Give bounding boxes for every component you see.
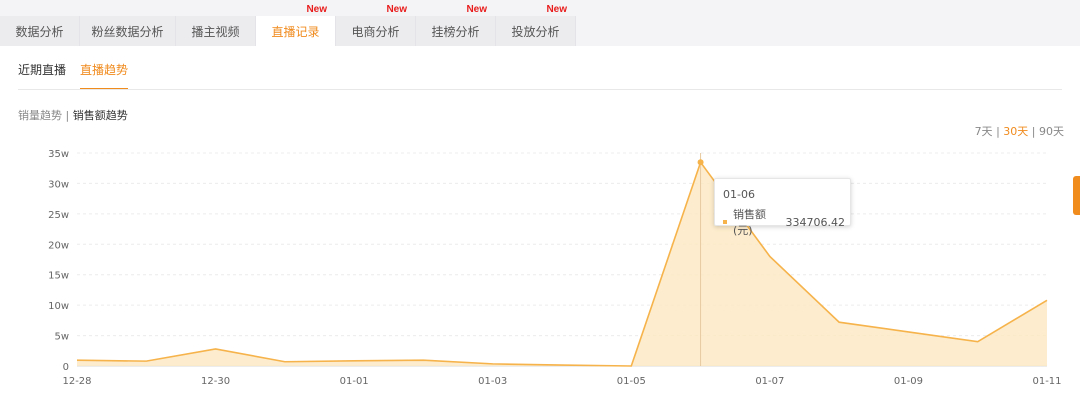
subtab-live-trend[interactable]: 直播趋势: [80, 60, 129, 90]
tab-label: 电商分析: [351, 24, 400, 39]
y-tick-label: 30w: [48, 179, 69, 190]
metric-separator: |: [65, 109, 70, 122]
tab-item[interactable]: 粉丝数据分析: [80, 16, 176, 46]
x-tick-label: 01-01: [340, 376, 369, 387]
subtab-divider: [18, 89, 1062, 90]
x-tick-label: 12-30: [201, 376, 230, 387]
x-tick-label: 01-05: [617, 376, 646, 387]
metric-toggle: 销量趋势 | 销售额趋势: [18, 107, 128, 123]
y-tick-label: 0: [63, 362, 69, 373]
range-7d[interactable]: 7天: [975, 125, 993, 138]
tooltip-row: 销售额(元) 334706.42: [723, 206, 845, 238]
y-tick-label: 35w: [48, 149, 69, 160]
series-line: [76, 160, 1048, 367]
subtab-recent-live[interactable]: 近期直播: [18, 60, 66, 90]
subtab-list: 近期直播 直播趋势: [18, 60, 142, 90]
tab-label: 挂榜分析: [431, 24, 480, 39]
side-feedback-handle[interactable]: [1073, 176, 1080, 215]
x-tick-label: 01-03: [478, 376, 507, 387]
y-tick-label: 10w: [48, 301, 69, 312]
tooltip-series-dot: [723, 220, 727, 224]
range-separator: |: [996, 125, 1000, 138]
chart-tooltip: 01-06 销售额(元) 334706.42: [714, 178, 851, 237]
new-badge: New: [306, 4, 327, 15]
new-badge: New: [466, 4, 487, 15]
x-tick-label: 01-07: [755, 376, 784, 387]
tab-label: 数据分析: [15, 24, 64, 39]
tab-label: 直播记录: [271, 24, 320, 39]
tooltip-date: 01-06: [723, 188, 755, 201]
range-toggle: 7天 | 30天 | 90天: [975, 123, 1064, 139]
highlight-point: [697, 159, 704, 166]
tab-item[interactable]: 投放分析 New: [496, 4, 576, 46]
sales-trend-chart: 0 5w 10w 15w 20w 25w 30w 35w 12-28 12-30 01-01 01-0…: [48, 149, 1061, 387]
tab-label: 播主视频: [191, 24, 240, 39]
x-tick-label: 01-09: [894, 376, 923, 387]
range-30d[interactable]: 30天: [1003, 125, 1028, 138]
tab-label: 投放分析: [511, 24, 560, 39]
x-tick-label: 12-28: [62, 376, 91, 387]
tab-item[interactable]: 电商分析 New: [336, 4, 416, 46]
tooltip-series-name: 销售额(元): [733, 208, 766, 237]
series-area: [77, 162, 1047, 366]
tab-item[interactable]: 数据分析: [0, 16, 80, 46]
metric-option-sales-amount[interactable]: 销售额趋势: [73, 109, 128, 122]
range-90d[interactable]: 90天: [1039, 125, 1064, 138]
y-tick-label: 20w: [48, 240, 69, 251]
x-tick-label: 01-11: [1032, 376, 1061, 387]
y-tick-label: 5w: [54, 332, 69, 343]
new-badge: New: [546, 4, 567, 15]
y-tick-label: 25w: [48, 210, 69, 221]
metric-option-sales-volume[interactable]: 销量趋势: [18, 109, 62, 122]
new-badge: New: [386, 4, 407, 15]
tab-item[interactable]: 挂榜分析 New: [416, 4, 496, 46]
tab-label: 粉丝数据分析: [91, 24, 164, 39]
range-separator: |: [1031, 125, 1036, 138]
tab-item[interactable]: 直播记录 New: [256, 4, 336, 46]
tooltip-value: 334706.42: [785, 215, 846, 229]
tab-item[interactable]: 播主视频: [176, 16, 256, 46]
y-tick-label: 15w: [48, 271, 69, 282]
